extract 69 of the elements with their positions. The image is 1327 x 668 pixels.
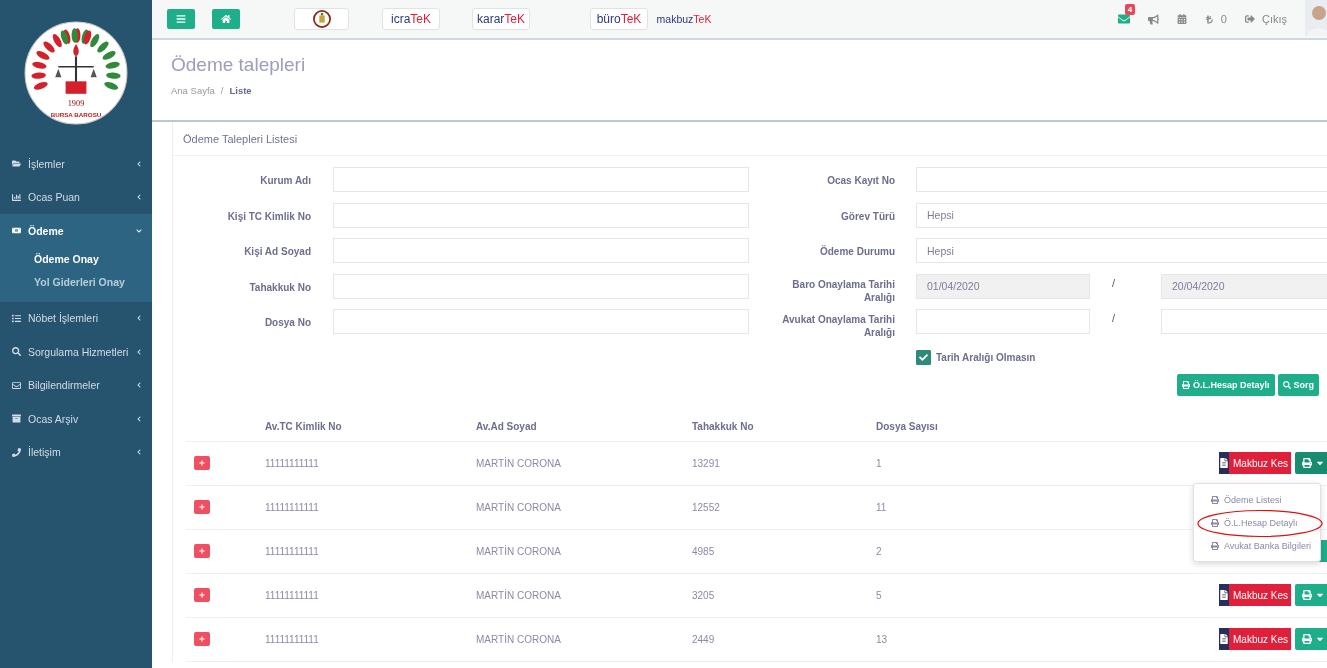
brand-logo[interactable]: kararTeK bbox=[472, 8, 530, 30]
field-label: Görev Türü bbox=[840, 209, 895, 223]
brand-logo[interactable]: makbuzTeK bbox=[652, 8, 716, 30]
column-header: Av.TC Kimlik No bbox=[265, 420, 342, 432]
sidebar-item[interactable]: Sorgulama Hizmetleri bbox=[0, 335, 152, 369]
column-header: Dosya Sayısı bbox=[876, 420, 938, 432]
table-cell: MARTİN CORONA bbox=[476, 501, 561, 513]
table-cell: 11111111111 bbox=[265, 501, 319, 513]
sidebar-item[interactable]: Ocas Puan bbox=[0, 180, 152, 214]
sidebar-item[interactable]: Ödeme bbox=[0, 214, 152, 248]
logout-link[interactable]: Çıkış bbox=[1261, 13, 1287, 25]
search-button[interactable]: Sorg bbox=[1277, 373, 1320, 396]
table-cell: 12552 bbox=[692, 501, 720, 513]
sidebar-subitem[interactable]: Ödeme Onay bbox=[0, 247, 152, 271]
field-label: Baro Onaylama Tarihi Aralığı bbox=[791, 277, 895, 304]
dropdown-item[interactable]: Avukat Banka Bilgileri bbox=[1194, 534, 1320, 557]
table-cell: 11111111111 bbox=[265, 545, 319, 557]
table-cell: MARTİN CORONA bbox=[476, 633, 561, 645]
column-header: Tahakkuk No bbox=[692, 420, 754, 432]
field-label: Tahakkuk No bbox=[248, 280, 311, 294]
breadcrumb-item: Liste bbox=[229, 85, 252, 96]
sidebar-item[interactable]: İşlemler bbox=[0, 147, 152, 181]
field-label: Ocas Kayıt No bbox=[826, 174, 895, 187]
sidebar-item[interactable]: Nöbet İşlemleri bbox=[0, 301, 152, 335]
receipt-button[interactable]: Makbuz Kes bbox=[1219, 452, 1291, 474]
balance-amount: 0 bbox=[1220, 13, 1227, 25]
brand-logo[interactable]: büroTeK bbox=[590, 8, 648, 30]
dropdown-item[interactable]: Ödeme Listesi bbox=[1194, 488, 1320, 511]
table-cell: 11111111111 bbox=[265, 633, 319, 645]
sidebar-item[interactable]: Ocas Arşiv bbox=[0, 402, 152, 436]
print-button[interactable]: Ö.L.Hesap Detaylı bbox=[1177, 373, 1275, 396]
page-title: Ödeme talepleri bbox=[171, 54, 307, 76]
table-cell: 11 bbox=[876, 501, 887, 513]
table-cell: 13 bbox=[876, 633, 888, 645]
sidebar-subitem[interactable]: Yol Giderleri Onay bbox=[0, 270, 152, 294]
table-cell: MARTİN CORONA bbox=[476, 457, 561, 469]
receipt-button[interactable]: Makbuz Kes bbox=[1219, 584, 1291, 606]
field-label: Kişi TC Kimlik No bbox=[226, 209, 311, 223]
table-cell: MARTİN CORONA bbox=[476, 545, 561, 557]
table-cell: 11111111111 bbox=[265, 589, 319, 601]
table-cell: 5 bbox=[876, 589, 882, 601]
table-cell: 13291 bbox=[692, 457, 720, 469]
table-cell: 3205 bbox=[692, 589, 715, 601]
checkbox-label: Tarih Aralığı Olmasın bbox=[936, 351, 1036, 363]
receipt-button[interactable]: Makbuz Kes bbox=[1219, 628, 1291, 650]
field-label: Kurum Adı bbox=[259, 174, 311, 187]
field-label: Dosya No bbox=[263, 316, 311, 329]
date-separator: / bbox=[1112, 312, 1116, 324]
table-cell: 2449 bbox=[692, 633, 715, 645]
field-label: Avukat Onaylama Tarihi Aralığı bbox=[781, 313, 895, 339]
field-label: Kişi Ad Soyad bbox=[243, 245, 311, 258]
sidebar-item[interactable]: Bilgilendirmeler bbox=[0, 368, 152, 402]
brand-logo[interactable]: icraTeK bbox=[382, 8, 440, 30]
notification-badge: 4 bbox=[1124, 4, 1136, 15]
date-separator: / bbox=[1112, 276, 1116, 289]
field-label: Ödeme Durumu bbox=[819, 244, 895, 258]
table-cell: 1 bbox=[876, 457, 882, 469]
breadcrumb-separator: / bbox=[220, 85, 224, 96]
panel-title: Ödeme Talepleri Listesi bbox=[173, 122, 1327, 156]
dropdown-item[interactable]: Ö.L.Hesap Detaylı bbox=[1194, 511, 1320, 534]
column-header: Av.Ad Soyad bbox=[476, 420, 537, 432]
breadcrumb-item[interactable]: Ana Sayfa bbox=[171, 85, 215, 96]
table-cell: 2 bbox=[876, 545, 882, 557]
select-field[interactable]: Hepsi bbox=[916, 238, 1327, 263]
table-cell: 11111111111 bbox=[265, 457, 319, 469]
table-cell: MARTİN CORONA bbox=[476, 589, 561, 601]
select-field[interactable]: Hepsi bbox=[916, 202, 1327, 228]
table-cell: 4985 bbox=[692, 545, 715, 557]
sidebar-item[interactable]: İletişim bbox=[0, 435, 152, 469]
